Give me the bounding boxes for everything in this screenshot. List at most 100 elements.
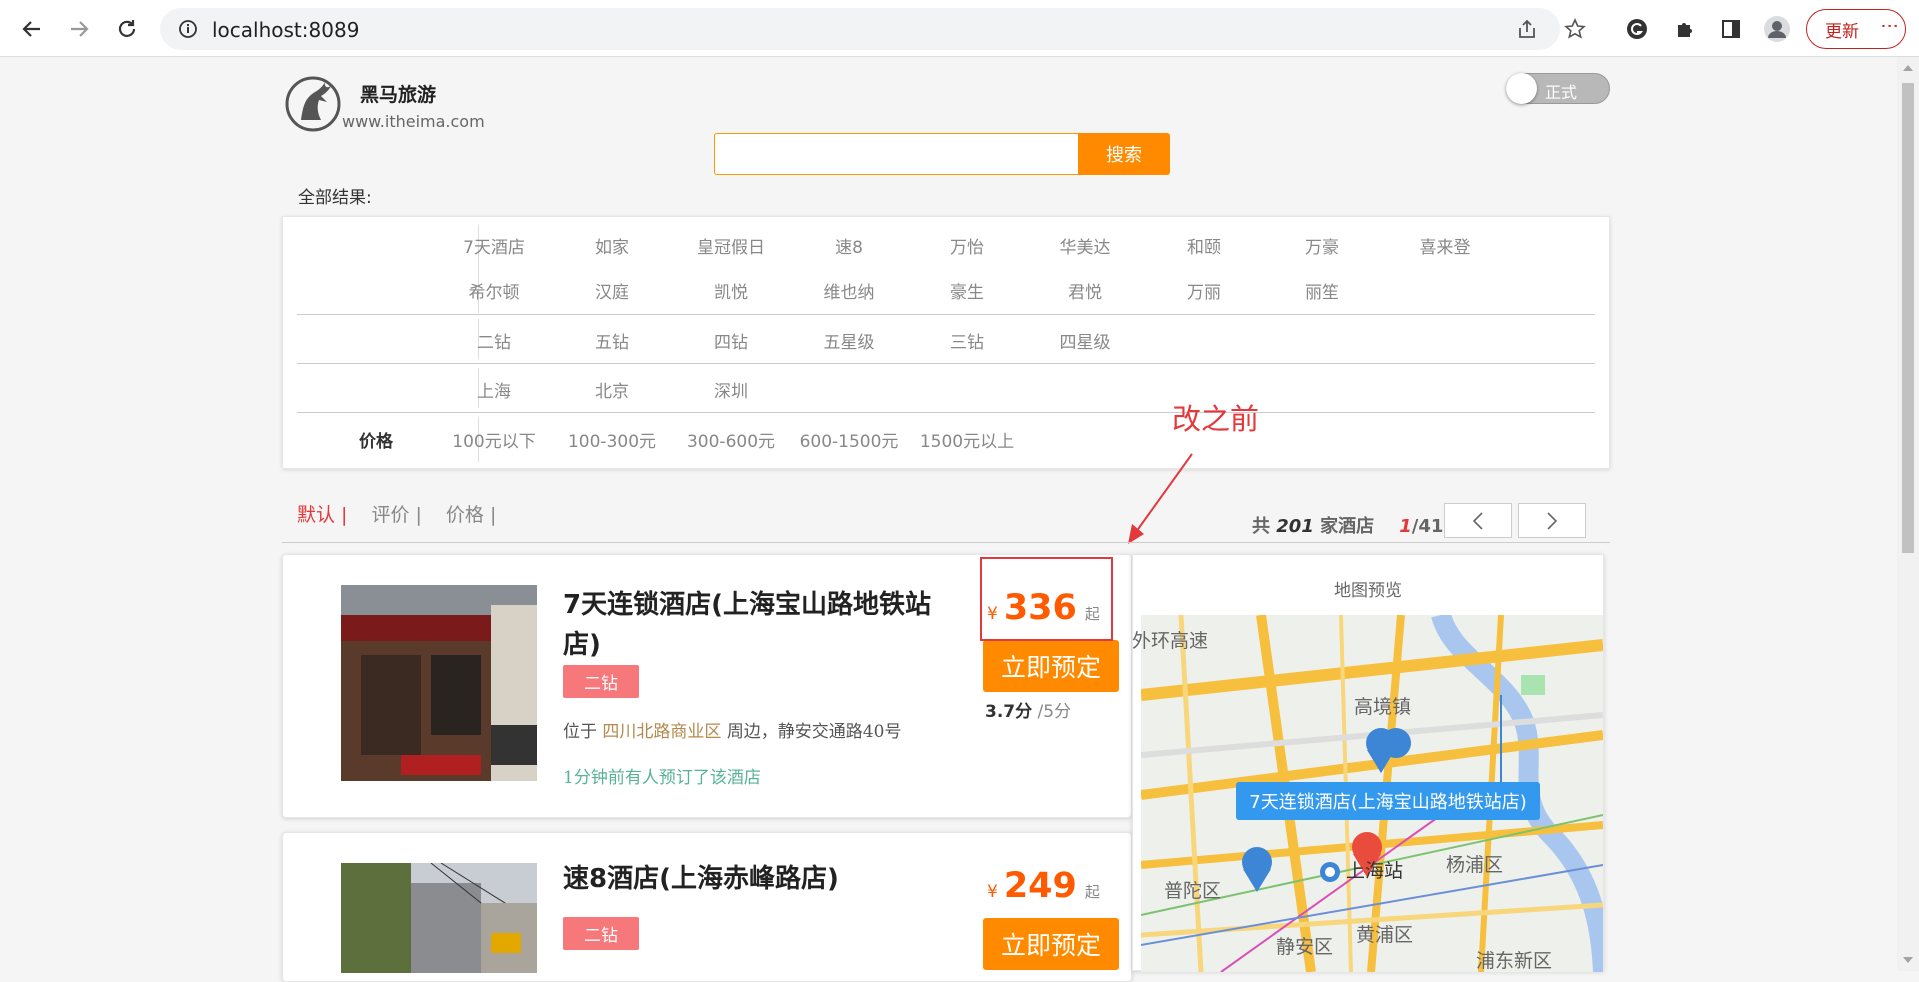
hotel-photo[interactable]: [341, 863, 537, 973]
city-option[interactable]: 北京: [552, 377, 672, 402]
brand-option[interactable]: 和颐: [1144, 233, 1264, 258]
update-button[interactable]: 更新 ⋮: [1806, 9, 1906, 49]
star-badge: 二钻: [563, 917, 639, 950]
filter-row-divider: [297, 363, 1595, 364]
book-now-button[interactable]: 立即预定: [983, 918, 1119, 970]
sort-default[interactable]: 默认 |: [297, 504, 347, 526]
price-option[interactable]: 600-1500元: [789, 427, 909, 452]
toggle-label: 正式: [1545, 83, 1578, 102]
share-icon[interactable]: [1512, 14, 1542, 44]
map-popup[interactable]: 7天连锁酒店(上海宝山路地铁站店): [1236, 782, 1540, 820]
brand-option[interactable]: 皇冠假日: [671, 233, 791, 258]
score-max: /5分: [1037, 702, 1072, 722]
side-panel-icon[interactable]: [1716, 14, 1746, 44]
hotel-address: 位于 四川北路商业区 周边，静安交通路40号: [563, 717, 901, 742]
score-value: 3.7分: [985, 702, 1033, 722]
star-option[interactable]: 五钻: [552, 328, 672, 353]
env-toggle[interactable]: 正式: [1506, 73, 1610, 104]
back-button[interactable]: [17, 14, 47, 44]
map-panel: 地图预览: [1132, 554, 1604, 972]
hotel-photo[interactable]: [341, 585, 537, 781]
hotel-name[interactable]: 速8酒店(上海赤峰路店): [563, 859, 953, 899]
scroll-up-arrow-icon[interactable]: [1903, 65, 1913, 71]
menu-dots-icon[interactable]: ⋮: [1879, 17, 1900, 33]
brand-option[interactable]: 凯悦: [671, 278, 791, 303]
hotel-score: 3.7分 /5分: [985, 697, 1071, 722]
sort-price[interactable]: 价格 |: [446, 504, 496, 526]
price-suffix: 起: [1084, 883, 1100, 901]
all-results-label: 全部结果:: [298, 188, 372, 208]
star-badge: 二钻: [563, 665, 639, 698]
price-option[interactable]: 100-300元: [552, 427, 672, 452]
book-now-button[interactable]: 立即预定: [983, 640, 1119, 692]
brand-option[interactable]: 丽笙: [1262, 278, 1382, 303]
map-title: 地图预览: [1334, 581, 1402, 601]
price-highlight-box: [980, 557, 1113, 641]
city-option[interactable]: 上海: [434, 377, 554, 402]
site-info-icon[interactable]: [178, 19, 198, 43]
star-option[interactable]: 四星级: [1025, 328, 1145, 353]
prev-page-button[interactable]: [1444, 503, 1512, 538]
address-bar[interactable]: localhost:8089: [160, 8, 1560, 50]
scrollbar-thumb[interactable]: [1902, 83, 1914, 553]
bookmark-star-icon[interactable]: [1560, 14, 1590, 44]
price-option[interactable]: 100元以下: [434, 427, 554, 452]
map-label: 上海站: [1346, 860, 1404, 882]
brand-option[interactable]: 7天酒店: [434, 233, 554, 258]
brand-option[interactable]: 万怡: [907, 233, 1027, 258]
forward-arrow-icon: [71, 21, 89, 37]
address-prefix: 位于: [563, 722, 597, 742]
brand-option[interactable]: 如家: [552, 233, 672, 258]
brand-option[interactable]: 万丽: [1144, 278, 1264, 303]
back-arrow-icon: [22, 21, 40, 37]
total-count: 201: [1276, 516, 1314, 537]
extension-grammar-icon[interactable]: [1622, 14, 1652, 44]
sort-rating[interactable]: 评价 |: [371, 504, 421, 526]
next-page-button[interactable]: [1518, 503, 1586, 538]
page-total: /41: [1411, 516, 1444, 537]
horse-logo-icon[interactable]: [285, 74, 341, 132]
brand-option[interactable]: 维也纳: [789, 278, 909, 303]
brand-option[interactable]: 喜来登: [1385, 233, 1505, 258]
star-option[interactable]: 四钻: [671, 328, 791, 353]
page-current: 1: [1399, 516, 1412, 537]
address-suffix: 周边，静安交通路40号: [726, 722, 902, 742]
currency-symbol: ¥: [987, 882, 998, 902]
map-label: 浦东新区: [1476, 950, 1553, 972]
result-summary: 共 201 家酒店 1/41: [1252, 512, 1443, 538]
brand-option[interactable]: 汉庭: [552, 278, 672, 303]
total-prefix: 共: [1252, 516, 1270, 537]
hotel-price: ¥249 起: [987, 866, 1100, 906]
star-option[interactable]: 五星级: [789, 328, 909, 353]
city-option[interactable]: 深圳: [671, 377, 791, 402]
brand-option[interactable]: 豪生: [907, 278, 1027, 303]
chevron-right-icon: [1547, 511, 1558, 530]
price-option[interactable]: 300-600元: [671, 427, 791, 452]
search-button[interactable]: 搜索: [1078, 133, 1170, 175]
extensions-puzzle-icon[interactable]: [1670, 14, 1700, 44]
profile-avatar-icon[interactable]: [1762, 14, 1792, 44]
filter-panel: 7天酒店 如家 皇冠假日 速8 万怡 华美达 和颐 万豪 喜来登 希尔顿 汉庭 …: [282, 216, 1610, 469]
business-area: 四川北路商业区: [602, 722, 722, 742]
page-scrollbar[interactable]: [1897, 57, 1919, 971]
star-option[interactable]: 二钻: [434, 328, 554, 353]
scroll-down-arrow-icon[interactable]: [1903, 957, 1913, 963]
filter-row-divider: [297, 314, 1595, 315]
star-option[interactable]: 三钻: [907, 328, 1027, 353]
sort-divider: [282, 542, 1610, 543]
hotel-name[interactable]: 7天连锁酒店(上海宝山路地铁站店): [563, 585, 953, 665]
url-text: localhost:8089: [212, 18, 360, 42]
brand-option[interactable]: 华美达: [1025, 233, 1145, 258]
hotel-card[interactable]: 速8酒店(上海赤峰路店) 二钻 ¥249 起 立即预定: [282, 832, 1132, 982]
brand-option[interactable]: 君悦: [1025, 278, 1145, 303]
search-input[interactable]: [714, 133, 1078, 175]
brand-option[interactable]: 万豪: [1262, 233, 1382, 258]
reload-button[interactable]: [112, 14, 142, 44]
forward-button[interactable]: [64, 14, 94, 44]
price-option[interactable]: 1500元以上: [907, 427, 1027, 452]
brand-option[interactable]: 速8: [789, 233, 909, 258]
annotation-text: 改之前: [1172, 402, 1260, 436]
browser-toolbar: localhost:8089 更新 ⋮: [0, 0, 1919, 57]
brand-option[interactable]: 希尔顿: [434, 278, 554, 303]
map-label: 杨浦区: [1446, 854, 1504, 876]
